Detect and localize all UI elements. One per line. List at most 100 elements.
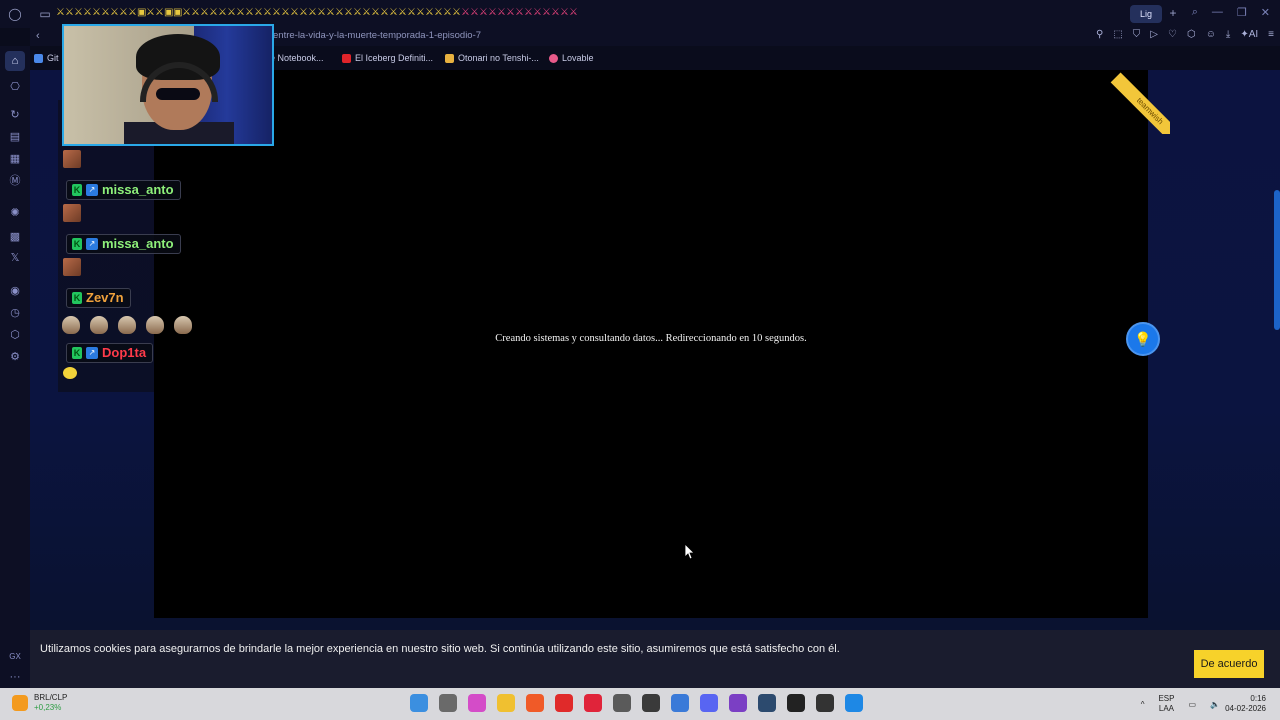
tab-favicon[interactable]: ⚔ bbox=[398, 6, 407, 20]
tab-active[interactable]: Lig bbox=[1130, 5, 1162, 23]
tab-favicon[interactable]: ⚔ bbox=[308, 6, 317, 20]
lang-line1[interactable]: ESP bbox=[1158, 694, 1174, 703]
tab-favicon[interactable]: ⚔ bbox=[335, 6, 344, 20]
tab-favicon[interactable]: ⚔ bbox=[155, 6, 164, 20]
tab-favicon[interactable]: ▣ bbox=[137, 6, 146, 20]
tab-favicon[interactable]: ⚔ bbox=[524, 6, 533, 20]
ai-icon[interactable]: ✦AI bbox=[1240, 29, 1258, 40]
tab-favicon[interactable]: ⚔ bbox=[551, 6, 560, 20]
tab-favicon[interactable]: ⚔ bbox=[65, 6, 74, 20]
tab-favicon[interactable]: ⚔ bbox=[83, 6, 92, 20]
new-tab-button[interactable]: + bbox=[1166, 6, 1180, 22]
taskbar-app-icon[interactable] bbox=[526, 694, 544, 712]
tab-favicon[interactable]: ⚔ bbox=[434, 6, 443, 20]
menu-icon[interactable]: ≡ bbox=[1268, 29, 1274, 40]
media-icon[interactable]: ▦ bbox=[8, 152, 22, 166]
bookmark-item[interactable]: Otonari no Tenshi-... bbox=[445, 53, 539, 63]
tab-favicon[interactable]: ⚔ bbox=[101, 6, 110, 20]
tab-favicon[interactable]: ⚔ bbox=[380, 6, 389, 20]
tab-favicon[interactable]: ⚔ bbox=[344, 6, 353, 20]
x-icon[interactable]: 𝕏 bbox=[8, 251, 22, 265]
tab-favicon[interactable]: ⚔ bbox=[236, 6, 245, 20]
more-icon[interactable]: ··· bbox=[8, 670, 22, 684]
taskbar-app-icon[interactable] bbox=[410, 694, 428, 712]
refresh-icon[interactable]: ↻ bbox=[8, 108, 22, 122]
url-field[interactable]: entre-la-vida-y-la-muerte-temporada-1-ep… bbox=[273, 30, 481, 41]
player-icon[interactable]: ◉ bbox=[8, 284, 22, 298]
opera-menu-button[interactable]: ◯ bbox=[0, 0, 30, 28]
tab-favicon[interactable]: ⚔ bbox=[353, 6, 362, 20]
tab-favicon[interactable]: ⚔ bbox=[470, 6, 479, 20]
tab-favicon[interactable]: ⚔ bbox=[326, 6, 335, 20]
heart-icon[interactable]: ♡ bbox=[1168, 29, 1177, 40]
tab-favicon[interactable]: ⚔ bbox=[128, 6, 137, 20]
history-icon[interactable]: ◷ bbox=[8, 306, 22, 320]
bookmark-item[interactable]: Git bbox=[34, 53, 59, 63]
lightbulb-button[interactable]: 💡 bbox=[1126, 322, 1160, 356]
chevron-up-icon[interactable]: ^ bbox=[1141, 700, 1145, 709]
maximize-icon[interactable]: ❐ bbox=[1237, 6, 1247, 19]
taskbar-app-icon[interactable] bbox=[613, 694, 631, 712]
tab-favicon[interactable]: ⚔ bbox=[542, 6, 551, 20]
taskbar-app-icon[interactable] bbox=[555, 694, 573, 712]
shield-icon[interactable]: ⛉ bbox=[1133, 29, 1141, 40]
tab-favicon[interactable]: ⚔ bbox=[281, 6, 290, 20]
tab-favicon[interactable]: ⚔ bbox=[272, 6, 281, 20]
taskbar-app-icon[interactable] bbox=[642, 694, 660, 712]
tab-favicon[interactable]: ⚔ bbox=[416, 6, 425, 20]
tab-favicon[interactable]: ▣ bbox=[164, 6, 173, 20]
tab-favicon[interactable]: ⚔ bbox=[92, 6, 101, 20]
tab-favicon[interactable]: ⚔ bbox=[191, 6, 200, 20]
download-icon[interactable]: ⤓ bbox=[1226, 29, 1230, 40]
tab-favicon[interactable]: ⚔ bbox=[371, 6, 380, 20]
tab-favicon[interactable]: ⚔ bbox=[254, 6, 263, 20]
extensions-icon[interactable]: ⬡ bbox=[1187, 29, 1196, 40]
tab-favicon[interactable]: ⚔ bbox=[515, 6, 524, 20]
tab-favicon[interactable]: ⚔ bbox=[227, 6, 236, 20]
settings-icon[interactable]: ⚙ bbox=[8, 350, 22, 364]
tab-favicon[interactable]: ▣ bbox=[173, 6, 182, 20]
extensions-icon[interactable]: ⬡ bbox=[8, 328, 22, 342]
tab-favicon[interactable]: ⚔ bbox=[533, 6, 542, 20]
tab-favicon[interactable]: ⚔ bbox=[425, 6, 434, 20]
tab-favicon[interactable]: ⚔ bbox=[569, 6, 578, 20]
tab-favicon[interactable]: ⚔ bbox=[506, 6, 515, 20]
tab-favicon[interactable]: ⚔ bbox=[317, 6, 326, 20]
play-icon[interactable]: ▷ bbox=[1150, 29, 1158, 40]
volume-icon[interactable]: 🔈 bbox=[1210, 700, 1220, 709]
twitch-icon[interactable]: ▩ bbox=[8, 230, 22, 244]
taskbar-app-icon[interactable] bbox=[845, 694, 863, 712]
taskbar-app-icon[interactable] bbox=[700, 694, 718, 712]
messenger-icon[interactable]: Ⓜ bbox=[8, 174, 22, 188]
tab-favicon[interactable]: ⚔ bbox=[209, 6, 218, 20]
tab-favicon[interactable]: ⚔ bbox=[56, 6, 65, 20]
bookmark-item[interactable]: Lovable bbox=[549, 53, 594, 63]
taskbar-app-icon[interactable] bbox=[439, 694, 457, 712]
tab-favicon[interactable]: ⚔ bbox=[119, 6, 128, 20]
taskbar-app-icon[interactable] bbox=[671, 694, 689, 712]
tab-favicon[interactable]: ⚔ bbox=[452, 6, 461, 20]
tab-favicon[interactable]: ⚔ bbox=[182, 6, 191, 20]
lang-line2[interactable]: LAA bbox=[1159, 704, 1174, 713]
search-icon[interactable]: ⌕ bbox=[1192, 6, 1198, 19]
taskbar-app-icon[interactable] bbox=[758, 694, 776, 712]
tab-favicon[interactable]: ⚔ bbox=[497, 6, 506, 20]
home-icon[interactable]: ⌂ bbox=[5, 51, 25, 71]
gx-label[interactable]: GX bbox=[8, 650, 22, 664]
tab-favicon[interactable]: ⚔ bbox=[218, 6, 227, 20]
back-icon[interactable]: ‹ bbox=[36, 30, 40, 42]
bookmark-item[interactable]: e Notebook... bbox=[270, 53, 324, 63]
pin-icon[interactable]: ⚲ bbox=[1096, 29, 1103, 40]
tab-favicon[interactable]: ⚔ bbox=[488, 6, 497, 20]
scrollbar[interactable] bbox=[1274, 190, 1280, 330]
tab-favicon[interactable]: ⚔ bbox=[389, 6, 398, 20]
tab-favicon[interactable]: ⚔ bbox=[74, 6, 83, 20]
minimize-icon[interactable]: — bbox=[1212, 6, 1223, 19]
tab-favicon[interactable]: ⚔ bbox=[443, 6, 452, 20]
gamepad-icon[interactable]: ⎔ bbox=[8, 80, 22, 94]
close-icon[interactable]: ✕ bbox=[1261, 6, 1270, 19]
tab-favicon[interactable]: ⚔ bbox=[560, 6, 569, 20]
taskbar-app-icon[interactable] bbox=[787, 694, 805, 712]
chatgpt-icon[interactable]: ✺ bbox=[8, 206, 22, 220]
tab-favicon[interactable]: ⚔ bbox=[479, 6, 488, 20]
